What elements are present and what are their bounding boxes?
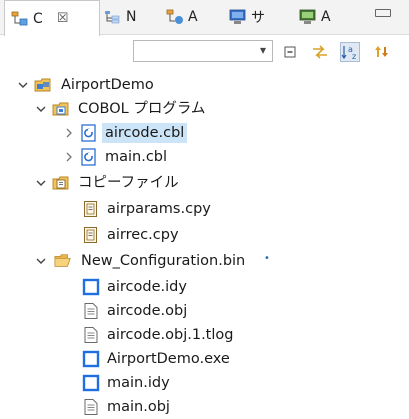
server-icon xyxy=(229,9,247,25)
text-file-icon xyxy=(84,303,98,319)
tab-navigator[interactable]: N xyxy=(104,0,136,34)
tree-item-label: New_Configuration.bin xyxy=(81,253,246,269)
tab-cobol-explorer[interactable]: C ☒ xyxy=(4,0,100,36)
tree-item-airrec-cpy[interactable]: airrec.cpy xyxy=(0,223,409,247)
tree-item-aircode-obj[interactable]: aircode.obj xyxy=(0,299,409,323)
application-explorer-icon xyxy=(166,9,184,25)
copybook-file-icon xyxy=(84,201,97,217)
chevron-down-icon[interactable] xyxy=(34,171,48,195)
tree-item-copy-files[interactable]: コピーファイル xyxy=(0,171,409,195)
chevron-right-icon[interactable] xyxy=(62,121,76,145)
open-folder-icon xyxy=(54,254,71,267)
tab-label: A xyxy=(188,9,198,25)
tree-item-label: main.cbl xyxy=(105,149,168,165)
tab-label: C xyxy=(33,10,43,27)
minimize-button[interactable] xyxy=(375,9,391,17)
tree-item-label: aircode.cbl xyxy=(102,123,188,143)
tree-item-label: aircode.obj xyxy=(107,303,188,319)
tree-item-main-cbl[interactable]: main.cbl xyxy=(0,145,409,169)
tab-another-view[interactable]: A xyxy=(299,0,331,34)
filters-button[interactable] xyxy=(372,42,392,62)
tree-item-main-idy[interactable]: main.idy xyxy=(0,371,409,395)
tree-item-airportdemo-exe[interactable]: AirportDemo.exe xyxy=(0,347,409,371)
chevron-down-icon[interactable] xyxy=(34,249,48,273)
collapse-all-icon xyxy=(284,46,296,58)
tree-item-label: aircode.idy xyxy=(107,279,187,295)
svg-text:z: z xyxy=(352,52,356,61)
cobol-file-icon xyxy=(81,124,96,142)
decorator-dot-icon: • xyxy=(264,253,270,264)
collapse-all-button[interactable] xyxy=(280,42,300,62)
cobol-folder-icon xyxy=(52,102,69,116)
link-with-editor-button[interactable] xyxy=(310,42,330,62)
text-file-icon xyxy=(84,327,98,343)
copybook-file-icon xyxy=(84,227,97,243)
tab-label: サ xyxy=(251,10,265,26)
idy-file-icon xyxy=(82,278,100,296)
tab-server-explorer[interactable]: サ xyxy=(229,0,265,34)
project-icon xyxy=(34,78,51,92)
filter-combo[interactable]: ▾ xyxy=(133,40,273,62)
idy-file-icon xyxy=(82,374,100,392)
tab-application-explorer[interactable]: A xyxy=(166,0,198,34)
tab-label: A xyxy=(321,9,331,25)
tree-item-label: コピーファイル xyxy=(78,175,179,191)
tree-item-aircode-obj-tlog[interactable]: aircode.obj.1.tlog xyxy=(0,323,409,347)
tree-item-label: AirportDemo.exe xyxy=(107,351,230,367)
sort-alphabetically-button[interactable]: a z xyxy=(340,42,360,62)
tree-item-new-configuration-bin[interactable]: New_Configuration.bin • xyxy=(0,249,409,273)
close-icon[interactable]: ☒ xyxy=(57,11,69,26)
tree-item-label: AirportDemo xyxy=(61,77,154,93)
tree-item-label: main.idy xyxy=(107,375,170,391)
view-toolbar: ▾ a z xyxy=(0,36,409,66)
link-with-editor-icon xyxy=(313,45,327,59)
cobol-explorer-icon xyxy=(11,11,29,27)
cobol-file-icon xyxy=(81,148,96,166)
filter-input[interactable] xyxy=(136,42,252,62)
tree-item-label: airparams.cpy xyxy=(107,201,211,217)
exe-file-icon xyxy=(82,350,100,368)
sort-filter-icon xyxy=(375,46,388,57)
text-file-icon xyxy=(84,399,98,415)
tab-label: N xyxy=(126,9,137,25)
tree-item-main-obj[interactable]: main.obj xyxy=(0,395,409,419)
tree-item-label: airrec.cpy xyxy=(107,227,179,243)
tree-item-label: aircode.obj.1.tlog xyxy=(107,327,234,343)
tree-item-label: COBOL プログラム xyxy=(78,101,206,117)
sort-az-icon: a z xyxy=(341,45,356,61)
view-tab-bar: C ☒ N A サ A xyxy=(0,0,409,36)
navigator-icon xyxy=(104,9,122,25)
tree-item-aircode-idy[interactable]: aircode.idy xyxy=(0,275,409,299)
tree-item-cobol-programs[interactable]: COBOL プログラム xyxy=(0,97,409,121)
chevron-down-icon[interactable]: ▾ xyxy=(260,43,266,57)
chevron-right-icon[interactable] xyxy=(62,145,76,169)
tree-item-project[interactable]: AirportDemo xyxy=(0,73,409,97)
monitor-icon xyxy=(299,9,317,25)
tree-item-airparams-cpy[interactable]: airparams.cpy xyxy=(0,197,409,221)
chevron-down-icon[interactable] xyxy=(34,97,48,121)
tree-item-label: main.obj xyxy=(107,399,170,415)
tree-item-aircode-cbl[interactable]: aircode.cbl xyxy=(0,121,409,145)
chevron-down-icon[interactable] xyxy=(16,73,30,97)
copybook-folder-icon xyxy=(52,176,69,190)
